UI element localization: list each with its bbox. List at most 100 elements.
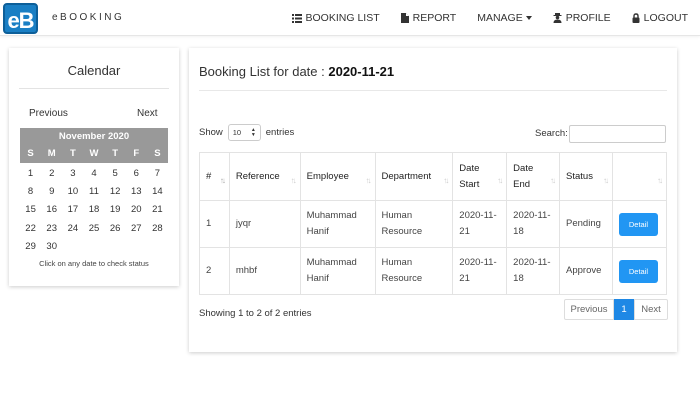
lock-icon [632, 13, 640, 23]
nav-profile-label: PROFILE [565, 12, 611, 24]
calendar-day[interactable]: 26 [105, 220, 126, 238]
table-row: 2 mhbf Muhammad Hanif Human Resource 202… [199, 247, 668, 295]
calendar-day[interactable]: 14 [147, 183, 168, 201]
logo[interactable]: eB [3, 3, 38, 34]
status-badge: Pending [559, 200, 613, 248]
calendar-day[interactable]: 12 [105, 183, 126, 201]
calendar-day [62, 238, 83, 256]
calendar-day[interactable]: 15 [20, 201, 41, 219]
booking-table: # ↑↓ Reference ↑↓ Employee ↑↓ Department ↑↓ … [199, 152, 668, 295]
calendar-week: 29 30 [20, 238, 168, 256]
nav-menu: BOOKING LIST REPORT MANAGE PROFILE LOGOU… [271, 0, 688, 36]
calendar-day[interactable]: 5 [105, 165, 126, 183]
detail-button[interactable]: Detail [618, 259, 658, 283]
weekday-label: M [47, 148, 56, 159]
nav-profile[interactable]: PROFILE [553, 12, 611, 24]
calendar-day [105, 238, 126, 256]
detail-button[interactable]: Detail [618, 212, 658, 236]
calendar-day[interactable]: 28 [147, 220, 168, 238]
nav-logout[interactable]: LOGOUT [632, 12, 688, 24]
pagination: Previous 1 Next [564, 299, 668, 320]
list-icon [291, 13, 302, 23]
calendar-day[interactable]: 24 [62, 220, 83, 238]
nav-logout-label: LOGOUT [643, 12, 688, 24]
calendar-day[interactable]: 22 [20, 220, 41, 238]
calendar-day[interactable]: 13 [126, 183, 147, 201]
calendar-day[interactable]: 6 [126, 165, 147, 183]
calendar-day[interactable]: 8 [20, 183, 41, 201]
calendar-day[interactable]: 11 [83, 183, 104, 201]
calendar-weekdays: S M T W T F S [20, 145, 168, 163]
calendar-hint: Click on any date to check status [39, 259, 149, 268]
calendar-title: Calendar [67, 63, 121, 78]
calendar-day [147, 238, 168, 256]
column-header-reference[interactable]: Reference ↑↓ [228, 152, 301, 201]
pagination-page-1[interactable]: 1 [614, 299, 634, 320]
calendar-day[interactable]: 21 [147, 201, 168, 219]
weekday-label: T [112, 148, 119, 159]
calendar-day[interactable]: 4 [83, 165, 104, 183]
calendar-day[interactable]: 29 [20, 238, 41, 256]
calendar-week: 15 16 17 18 19 20 21 [20, 201, 168, 219]
cell-date-end: 2020-11-18 [506, 200, 561, 248]
column-header-status[interactable]: Status ↑↓ [559, 152, 613, 201]
calendar-week: 22 23 24 25 26 27 28 [20, 220, 168, 238]
cell-date-start: 2020-11-21 [452, 247, 508, 295]
nav-manage[interactable]: MANAGE [477, 12, 532, 24]
calendar-day[interactable]: 7 [147, 165, 168, 183]
calendar-day[interactable]: 30 [41, 238, 62, 256]
calendar-day[interactable]: 16 [41, 201, 62, 219]
sort-icon: ↑↓ [497, 176, 503, 185]
column-header-action[interactable]: ↑↓ [611, 152, 668, 201]
pagination-previous[interactable]: Previous [564, 299, 614, 320]
pagination-next[interactable]: Next [634, 299, 668, 320]
calendar-day[interactable]: 10 [62, 183, 83, 201]
brand-name[interactable]: eBOOKING [52, 12, 124, 23]
calendar-day [126, 238, 147, 256]
column-header-date-end[interactable]: Date End ↑↓ [506, 152, 561, 201]
weekday-label: F [133, 148, 140, 159]
search-input[interactable] [569, 125, 666, 143]
sort-icon: ↑↓ [290, 176, 297, 185]
calendar-day[interactable]: 18 [83, 201, 104, 219]
calendar-day[interactable]: 25 [83, 220, 104, 238]
table-row: 1 jyqr Muhammad Hanif Human Resource 202… [199, 200, 668, 248]
title-prefix: Booking List for date : [199, 64, 329, 79]
nav-booking-list[interactable]: BOOKING LIST [291, 12, 380, 24]
calendar-day[interactable]: 20 [126, 201, 147, 219]
column-header-number[interactable]: # ↑↓ [199, 152, 230, 201]
nav-report[interactable]: REPORT [400, 12, 456, 24]
calendar-day[interactable]: 9 [41, 183, 62, 201]
calendar-prev-button[interactable]: Previous [29, 108, 68, 119]
cell-date-end: 2020-11-18 [506, 247, 561, 295]
column-header-employee[interactable]: Employee ↑↓ [299, 152, 376, 201]
cell-employee: Muhammad Hanif [299, 247, 376, 295]
sort-icon: ↑↓ [550, 176, 556, 185]
calendar-day[interactable]: 17 [62, 201, 83, 219]
weekday-label: S [154, 148, 161, 159]
status-badge: Approve [559, 247, 613, 295]
calendar-card: Calendar Previous Next November 2020 S M… [9, 48, 179, 286]
cell-number: 1 [199, 200, 230, 248]
show-label: Show [199, 127, 223, 138]
table-header-row: # ↑↓ Reference ↑↓ Employee ↑↓ Department ↑↓ … [199, 152, 668, 201]
booking-card: Booking List for date : 2020-11-21 Show … [189, 48, 677, 352]
page-size-select[interactable]: 10 ▲ ▼ [227, 124, 261, 141]
calendar-day[interactable]: 1 [20, 165, 41, 183]
column-header-date-start[interactable]: Date Start ↑↓ [452, 152, 508, 201]
divider [19, 88, 169, 89]
select-arrows-icon: ▲ ▼ [250, 127, 256, 138]
calendar-day[interactable]: 23 [41, 220, 62, 238]
cell-date-start: 2020-11-21 [452, 200, 508, 248]
calendar-next-button[interactable]: Next [137, 108, 158, 119]
calendar-day[interactable]: 2 [41, 165, 62, 183]
navbar: eB eBOOKING BOOKING LIST REPORT MANAGE P… [0, 0, 700, 36]
calendar-day[interactable]: 19 [105, 201, 126, 219]
sort-icon: ↑↓ [365, 176, 372, 185]
cell-action: Detail [611, 200, 668, 248]
cell-reference: mhbf [228, 247, 301, 295]
calendar-day[interactable]: 3 [62, 165, 83, 183]
column-header-department[interactable]: Department ↑↓ [374, 152, 454, 201]
calendar-day[interactable]: 27 [126, 220, 147, 238]
weekday-label: T [69, 148, 76, 159]
